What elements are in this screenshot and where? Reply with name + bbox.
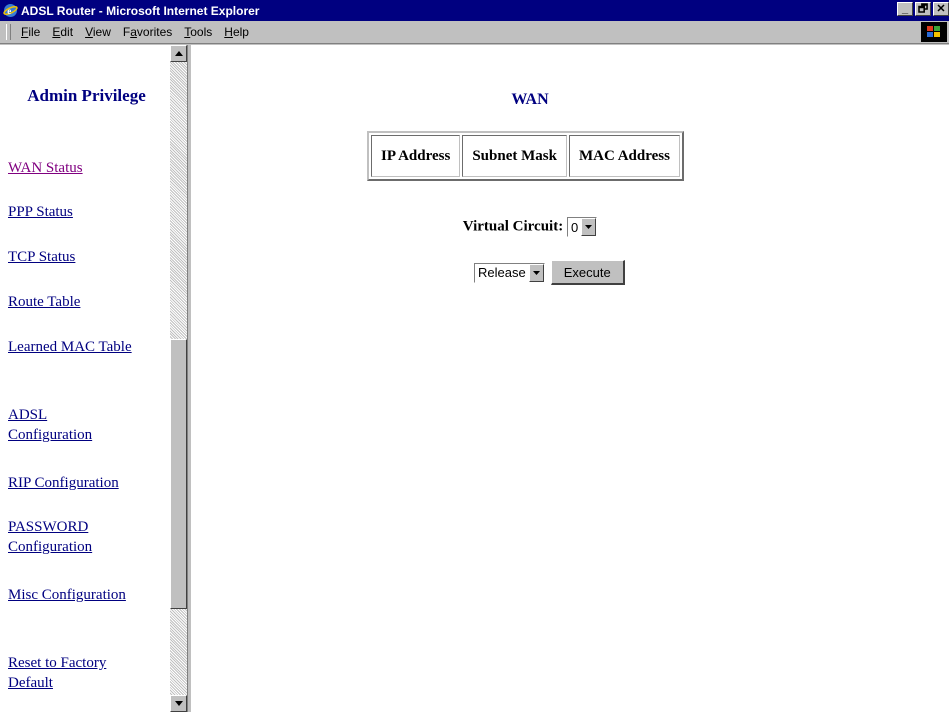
- nav-link-misc-configuration[interactable]: Misc Configuration: [8, 585, 133, 605]
- chevron-down-icon[interactable]: [581, 218, 597, 236]
- toolbar-grip[interactable]: [6, 24, 11, 40]
- table-header-row: IP Address Subnet Mask MAC Address: [371, 135, 680, 177]
- nav-link-reset-to-factory-default[interactable]: Reset to Factory Default: [8, 653, 148, 693]
- nav-link-tcp-status[interactable]: TCP Status: [8, 247, 75, 267]
- wan-table: IP Address Subnet Mask MAC Address: [367, 131, 684, 181]
- up-arrow-icon: [174, 51, 183, 56]
- scroll-down-button[interactable]: [170, 695, 187, 712]
- virtual-circuit-label: Virtual Circuit:: [462, 218, 564, 235]
- nav-link-learned-mac-table[interactable]: Learned MAC Table: [8, 337, 133, 357]
- window-controls: _ 🗗 ✕: [895, 2, 949, 16]
- title-bar: e ADSL Router - Microsoft Internet Explo…: [0, 0, 949, 21]
- virtual-circuit-row: Virtual Circuit: 0: [191, 217, 869, 237]
- close-button[interactable]: ✕: [933, 2, 949, 16]
- maximize-button[interactable]: 🗗: [915, 2, 931, 16]
- page-title: WAN: [511, 91, 549, 108]
- nav-link-adsl-configuration[interactable]: ADSL Configuration: [8, 405, 133, 445]
- execute-button[interactable]: Execute: [550, 260, 625, 285]
- action-row: Release Execute: [474, 260, 625, 285]
- menu-edit[interactable]: Edit: [46, 25, 79, 39]
- nav-link-wan-status[interactable]: WAN Status: [8, 158, 83, 178]
- header-subnet-mask: Subnet Mask: [462, 135, 567, 177]
- menu-tools[interactable]: Tools: [178, 25, 218, 39]
- menu-favorites[interactable]: Favorites: [117, 25, 178, 39]
- action-value: Release: [478, 265, 526, 280]
- scrollbar-thumb[interactable]: [170, 339, 187, 609]
- window-title: ADSL Router - Microsoft Internet Explore…: [21, 3, 260, 18]
- vertical-scrollbar[interactable]: [170, 45, 187, 712]
- ie-logo-icon: e: [3, 3, 18, 18]
- content-frame: WAN IP Address Subnet Mask MAC Address V…: [191, 45, 949, 712]
- header-ip-address: IP Address: [371, 135, 461, 177]
- nav-link-password-configuration[interactable]: PASSWORD Configuration: [8, 517, 133, 557]
- action-select[interactable]: Release: [474, 262, 545, 283]
- menu-file[interactable]: File: [15, 25, 46, 39]
- admin-privilege-heading: Admin Privilege: [27, 86, 146, 105]
- navigation-frame: Admin Privilege WAN Status PPP Status TC…: [0, 45, 170, 712]
- nav-link-rip-configuration[interactable]: RIP Configuration: [8, 473, 119, 493]
- down-arrow-icon: [174, 701, 183, 706]
- menu-bar: File Edit View Favorites Tools Help: [0, 21, 949, 44]
- svg-text:e: e: [7, 6, 11, 16]
- chevron-down-icon[interactable]: [528, 263, 544, 282]
- nav-link-ppp-status[interactable]: PPP Status: [8, 202, 73, 222]
- nav-link-route-table[interactable]: Route Table: [8, 292, 80, 312]
- scroll-up-button[interactable]: [170, 45, 187, 62]
- header-mac-address: MAC Address: [568, 135, 680, 177]
- virtual-circuit-value: 0: [570, 219, 579, 235]
- virtual-circuit-select[interactable]: 0: [566, 217, 598, 237]
- windows-logo-icon: [921, 22, 947, 42]
- menu-view[interactable]: View: [79, 25, 117, 39]
- menu-help[interactable]: Help: [218, 25, 255, 39]
- minimize-button[interactable]: _: [897, 2, 913, 16]
